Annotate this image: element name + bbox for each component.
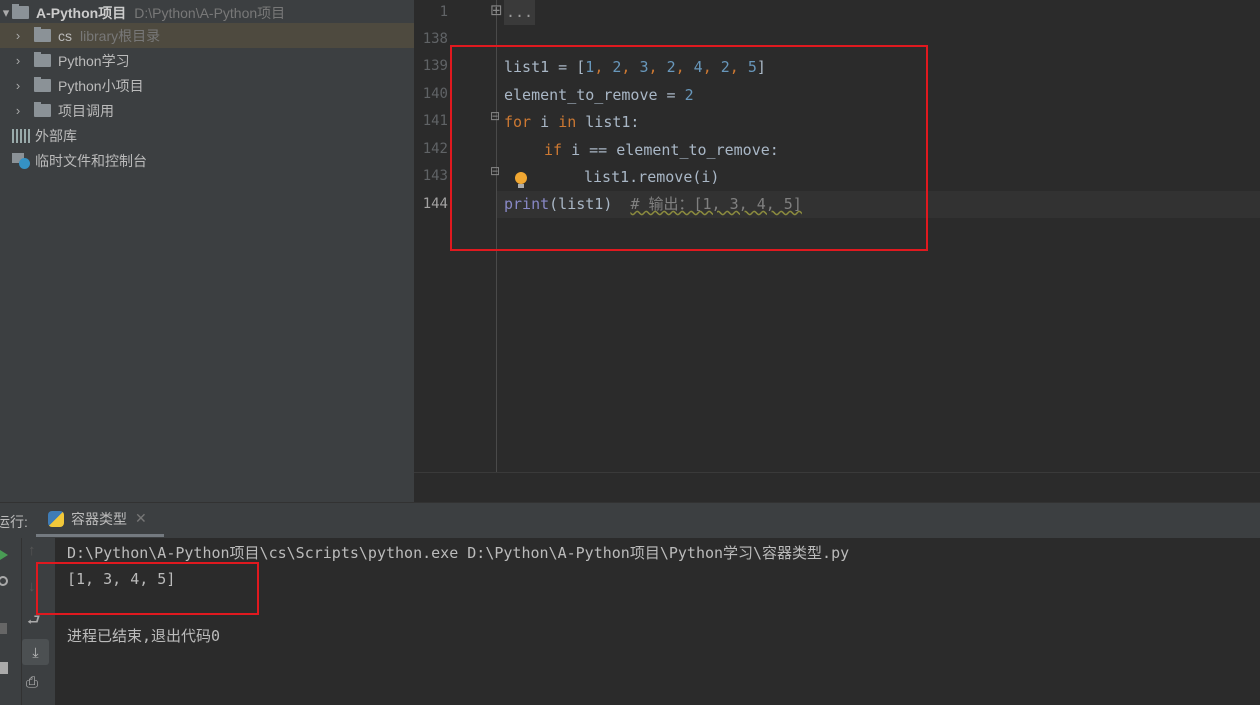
folder-icon xyxy=(34,102,51,117)
highlight-box-code xyxy=(450,45,928,251)
item-label: cs xyxy=(58,27,72,44)
line-number: 140 xyxy=(422,86,448,102)
root-name: A-Python项目 xyxy=(36,4,127,21)
folder-icon xyxy=(34,77,51,92)
stop-icon[interactable] xyxy=(0,623,7,634)
console-command-line: D:\Python\A-Python项目\cs\Scripts\python.e… xyxy=(67,544,850,562)
arrow-down-icon[interactable]: ↓ xyxy=(28,578,36,595)
close-icon[interactable]: ✕ xyxy=(135,510,147,527)
fold-expand-icon[interactable]: ⊞ xyxy=(490,1,503,19)
tree-external-libs[interactable]: 外部库 xyxy=(0,123,414,148)
chevron-right-icon[interactable]: › xyxy=(12,28,24,43)
tree-item-project-call[interactable]: › 项目调用 xyxy=(0,98,414,123)
arrow-up-icon[interactable]: ↑ xyxy=(28,542,36,559)
tree-item-python-mini[interactable]: › Python小项目 xyxy=(0,73,414,98)
root-path: D:\Python\A-Python项目 xyxy=(134,4,286,21)
folder-icon xyxy=(12,4,29,19)
tree-item-cs[interactable]: › cs library根目录 xyxy=(0,23,414,48)
tree-item-python-study[interactable]: › Python学习 xyxy=(0,48,414,73)
folder-icon xyxy=(34,52,51,67)
line-number: 139 xyxy=(422,58,448,74)
chevron-right-icon[interactable]: › xyxy=(12,53,24,68)
restart-icon[interactable] xyxy=(0,576,8,586)
folder-icon xyxy=(34,27,51,42)
item-label: 临时文件和控制台 xyxy=(35,152,147,169)
rerun-icon[interactable] xyxy=(0,550,8,560)
item-label: Python小项目 xyxy=(58,77,144,94)
item-label: Python学习 xyxy=(58,52,130,69)
line-number: 138 xyxy=(422,31,448,47)
library-icon xyxy=(12,128,32,143)
run-label: 运行: xyxy=(0,514,28,530)
item-label: 项目调用 xyxy=(58,102,114,119)
scratch-clock-icon xyxy=(12,152,32,169)
line-number: 141 xyxy=(422,113,448,129)
layout-icon[interactable] xyxy=(0,662,8,674)
chevron-right-icon[interactable]: › xyxy=(12,103,24,118)
item-hint: library根目录 xyxy=(80,27,161,44)
run-tab[interactable]: 容器类型 ✕ xyxy=(36,503,164,537)
line-number: 144 xyxy=(422,196,448,212)
chevron-right-icon[interactable]: › xyxy=(12,78,24,93)
line-number: 142 xyxy=(422,141,448,157)
line-number: 143 xyxy=(422,168,448,184)
tree-scratches[interactable]: 临时文件和控制台 xyxy=(0,148,414,173)
line-number: 1 xyxy=(439,4,448,20)
run-tool-window-header: 运行: 容器类型 ✕ xyxy=(0,502,1260,538)
python-icon xyxy=(48,510,64,527)
chevron-down-icon[interactable]: ▾ xyxy=(0,5,12,21)
folded-code[interactable]: ... xyxy=(504,0,536,25)
console-exit-line: 进程已结束,退出代码0 xyxy=(67,627,221,645)
print-icon[interactable]: ⎙ xyxy=(26,674,38,691)
tree-root[interactable]: ▾ A-Python项目 D:\Python\A-Python项目 xyxy=(0,0,414,25)
editor-bottom-strip xyxy=(414,472,1260,502)
run-toolbar-left xyxy=(0,538,22,705)
highlight-box-output xyxy=(36,562,259,615)
scroll-to-end-icon[interactable]: ⤓ xyxy=(22,639,49,665)
item-label: 外部库 xyxy=(35,127,77,144)
run-tab-label: 容器类型 xyxy=(71,510,127,527)
project-tree: ▾ A-Python项目 D:\Python\A-Python项目 › cs l… xyxy=(0,0,414,502)
